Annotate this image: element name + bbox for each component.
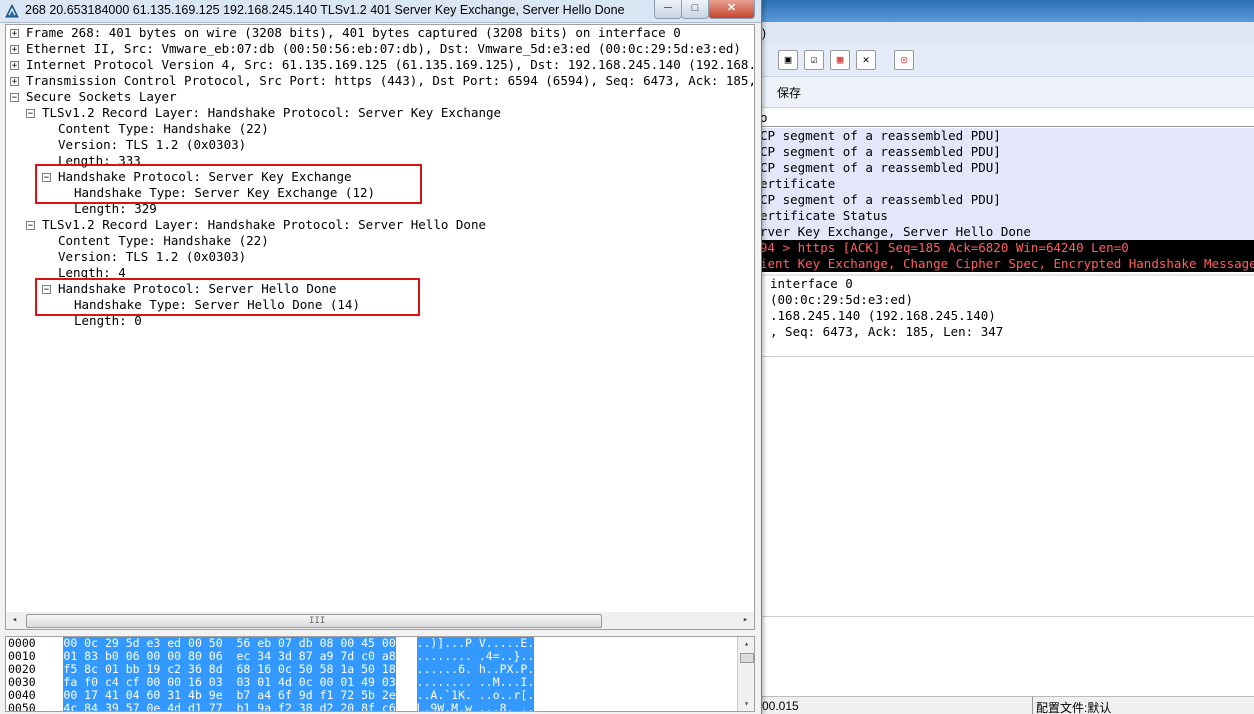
packet-row[interactable]: CP segment of a reassembled PDU] xyxy=(760,192,1254,208)
menu-fragment[interactable]: ) xyxy=(762,26,766,40)
preferences-icon[interactable]: ✕ xyxy=(856,50,876,70)
scrollbar-thumb[interactable] xyxy=(740,653,754,663)
status-text: 00.015 xyxy=(762,699,799,713)
packet-row[interactable]: CP segment of a reassembled PDU] xyxy=(760,144,1254,160)
bytes-hex[interactable]: 00 0c 29 5d e3 ed 00 50 56 eb 07 db 08 0… xyxy=(63,637,396,650)
wireshark-fin-icon xyxy=(5,4,19,18)
tree-item-version[interactable]: Version: TLS 1.2 (0x0303) xyxy=(58,249,246,265)
packet-row[interactable]: ertificate xyxy=(760,176,1254,192)
packet-row[interactable]: CP segment of a reassembled PDU] xyxy=(760,160,1254,176)
bytes-offset: 0020 xyxy=(8,662,36,676)
tree-item-record-hello-done[interactable]: TLSv1.2 Record Layer: Handshake Protocol… xyxy=(42,217,486,233)
packet-window: 268 20.653184000 61.135.169.125 192.168.… xyxy=(0,0,762,714)
detail-row[interactable]: .168.245.140 (192.168.245.140) xyxy=(760,308,1254,324)
tree-item-tcp[interactable]: Transmission Control Protocol, Src Port:… xyxy=(26,73,754,89)
bytes-hex[interactable]: 01 83 b0 06 00 00 80 06 ec 34 3d 87 a9 7… xyxy=(63,649,396,663)
packet-window-titlebar[interactable]: 268 20.653184000 61.135.169.125 192.168.… xyxy=(0,0,761,23)
vertical-scrollbar[interactable]: ▴ ▾ xyxy=(737,637,754,711)
packet-details-tree: + Frame 268: 401 bytes on wire (3208 bit… xyxy=(5,24,755,614)
tree-item-ethernet[interactable]: Ethernet II, Src: Vmware_eb:07:db (00:50… xyxy=(26,41,741,57)
packet-list: CP segment of a reassembled PDU] CP segm… xyxy=(760,128,1254,272)
bytes-offset: 0050 xyxy=(8,701,36,712)
scroll-down-icon[interactable]: ▾ xyxy=(738,697,754,711)
packet-list-header: o xyxy=(760,108,1254,127)
bytes-hex[interactable]: f5 8c 01 bb 19 c2 36 8d 68 16 0c 50 58 1… xyxy=(63,662,396,676)
expand-plus-icon[interactable]: + xyxy=(10,77,19,87)
highlight-box-hello-done xyxy=(35,278,420,316)
packet-row[interactable]: ient Key Exchange, Change Cipher Spec, E… xyxy=(760,256,1254,272)
detail-row[interactable]: (00:0c:29:5d:e3:ed) xyxy=(760,292,1254,308)
horizontal-scrollbar[interactable]: ◂ III ▸ xyxy=(5,612,755,630)
status-bar: 00.015 配置文件:默认 xyxy=(760,696,1254,714)
packet-bytes-pane: 0000 00 0c 29 5d e3 ed 00 50 56 eb 07 db… xyxy=(5,636,755,712)
bytes-row: 0050 4c 84 39 57 0e 4d d1 77 b1 9a f2 38… xyxy=(8,701,535,712)
expand-plus-icon[interactable]: + xyxy=(10,45,19,55)
minimize-button[interactable]: ─ xyxy=(654,0,682,19)
scrollbar-thumb[interactable]: III xyxy=(26,614,602,628)
status-separator xyxy=(1032,697,1033,714)
tree-item-record-key-exchange[interactable]: TLSv1.2 Record Layer: Handshake Protocol… xyxy=(42,105,501,121)
close-button[interactable]: ✕ xyxy=(708,0,755,19)
bytes-ascii[interactable]: ..A.`1K. ..o..r[. xyxy=(416,688,535,702)
help-lifebuoy-icon[interactable]: ◎ xyxy=(894,50,914,70)
bytes-offset: 0040 xyxy=(8,688,36,702)
filter-toolbar: 保存 xyxy=(760,77,1254,108)
main-toolbar: ▣ ☑ ▦ ✕ ◎ xyxy=(760,44,1254,77)
collapse-minus-icon[interactable]: − xyxy=(10,93,19,103)
maximize-button[interactable]: □ xyxy=(681,0,709,19)
packet-details-pane: interface 0 (00:0c:29:5d:e3:ed) .168.245… xyxy=(760,276,1254,357)
expand-plus-icon[interactable]: + xyxy=(10,61,19,71)
scroll-left-icon[interactable]: ◂ xyxy=(6,612,23,629)
bytes-hex[interactable]: fa f0 c4 cf 00 00 16 03 03 01 4d 0c 00 0… xyxy=(63,675,396,689)
bytes-ascii[interactable]: ..)]...P V.....E. xyxy=(416,637,535,650)
tree-item-ip[interactable]: Internet Protocol Version 4, Src: 61.135… xyxy=(26,57,754,73)
tree-item-frame[interactable]: Frame 268: 401 bytes on wire (3208 bits)… xyxy=(26,25,681,41)
bytes-offset: 0030 xyxy=(8,675,36,689)
main-window-titlebar xyxy=(760,0,1254,22)
bytes-hex[interactable]: 4c 84 39 57 0e 4d d1 77 b1 9a f2 38 d2 2… xyxy=(63,701,396,711)
bytes-ascii[interactable]: L.9W.M.w ...8. .. xyxy=(416,701,535,711)
tree-item-ssl[interactable]: Secure Sockets Layer xyxy=(26,89,177,105)
scroll-up-icon[interactable]: ▴ xyxy=(738,637,754,651)
bytes-ascii[interactable]: ........ .4=..}.. xyxy=(416,649,535,663)
packet-row[interactable]: ertificate Status xyxy=(760,208,1254,224)
scroll-right-icon[interactable]: ▸ xyxy=(737,612,754,629)
main-bytes-pane xyxy=(760,616,1254,697)
highlight-box-key-exchange xyxy=(35,164,422,204)
detail-row[interactable]: , Seq: 6473, Ack: 185, Len: 347 xyxy=(760,324,1254,340)
tree-item-version[interactable]: Version: TLS 1.2 (0x0303) xyxy=(58,137,246,153)
packet-row[interactable]: CP segment of a reassembled PDU] xyxy=(760,128,1254,144)
bytes-offset: 0010 xyxy=(8,649,36,663)
main-capture-window: ) ▣ ☑ ▦ ✕ ◎ 保存 o CP segment of a reassem… xyxy=(760,0,1254,714)
bytes-ascii[interactable]: ......6. h..PX.P. xyxy=(416,662,535,676)
tree-item-content-type[interactable]: Content Type: Handshake (22) xyxy=(58,233,269,249)
collapse-minus-icon[interactable]: − xyxy=(26,221,35,231)
main-menubar: ) xyxy=(760,22,1254,45)
detail-row[interactable]: interface 0 xyxy=(760,276,1254,292)
bytes-offset: 0000 xyxy=(8,636,36,650)
bytes-ascii[interactable]: ........ ..M...I. xyxy=(416,675,535,689)
scrollbar-grip: III xyxy=(309,616,326,626)
packet-row[interactable]: rver Key Exchange, Server Hello Done xyxy=(760,224,1254,240)
coloring-rules-icon[interactable]: ▦ xyxy=(830,50,850,70)
status-profile[interactable]: 配置文件:默认 xyxy=(1036,699,1111,714)
filter-save-button[interactable]: 保存 xyxy=(777,84,801,101)
checkbox-icon[interactable]: ☑ xyxy=(804,50,824,70)
window-title: 268 20.653184000 61.135.169.125 192.168.… xyxy=(25,3,625,17)
expand-plus-icon[interactable]: + xyxy=(10,29,19,39)
tree-item-content-type[interactable]: Content Type: Handshake (22) xyxy=(58,121,269,137)
bytes-hex[interactable]: 00 17 41 04 60 31 4b 9e b7 a4 6f 9d f1 7… xyxy=(63,688,396,702)
collapse-minus-icon[interactable]: − xyxy=(26,109,35,119)
capture-options-icon[interactable]: ▣ xyxy=(778,50,798,70)
packet-row-selected[interactable]: 94 > https [ACK] Seq=185 Ack=6820 Win=64… xyxy=(760,240,1254,256)
